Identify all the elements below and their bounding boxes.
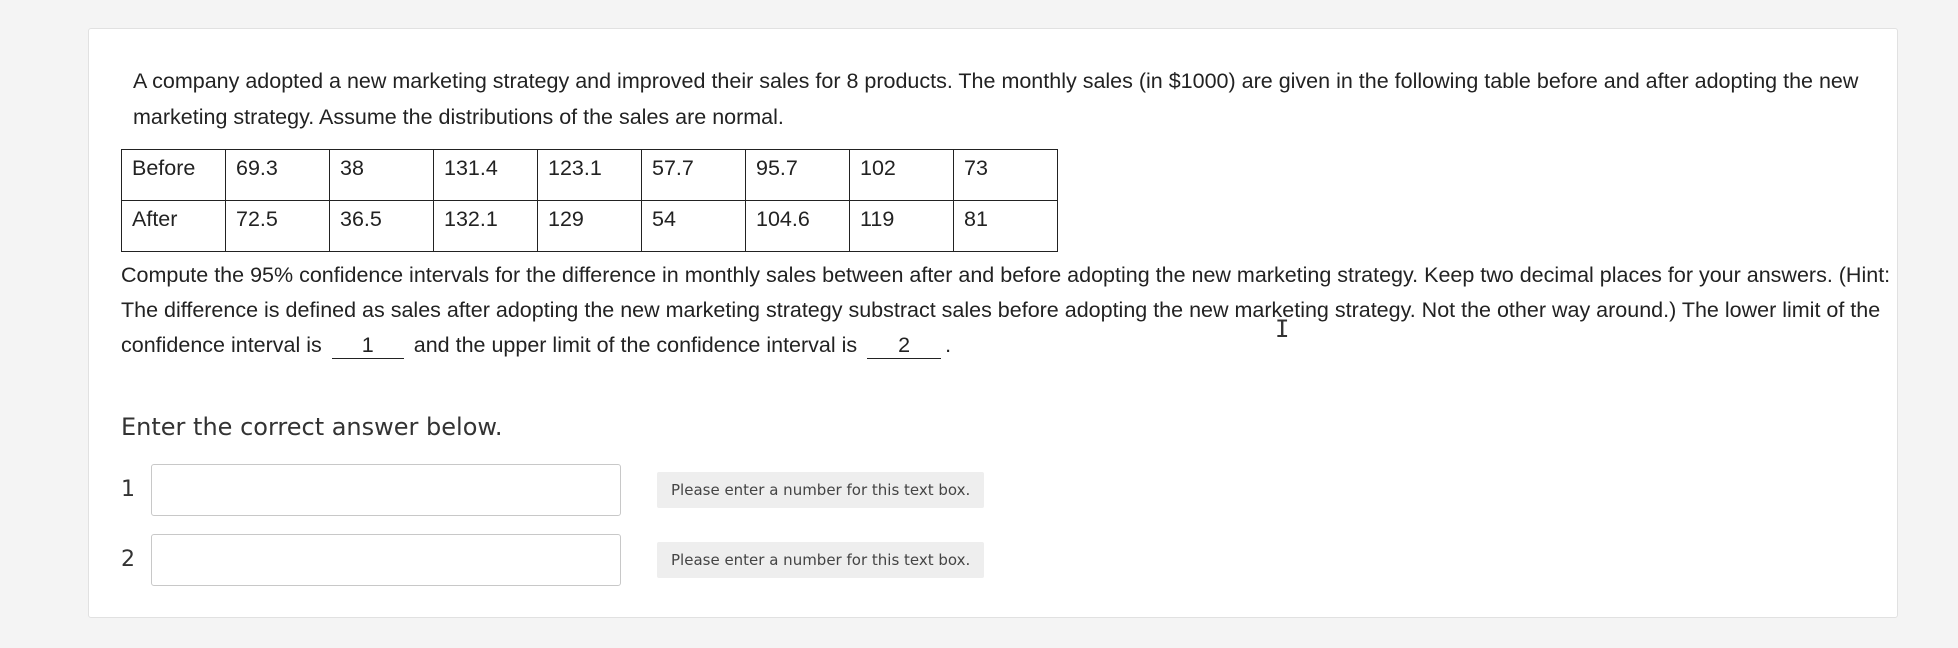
sales-table: Before 69.3 38 131.4 123.1 57.7 95.7 102 73 After… bbox=[121, 149, 1058, 252]
table-cell: 57.7 bbox=[641, 149, 746, 201]
table-row-header: After bbox=[121, 200, 226, 252]
table-cell: 102 bbox=[849, 149, 954, 201]
table-cell: 54 bbox=[641, 200, 746, 252]
table-cell: 73 bbox=[953, 149, 1058, 201]
table-cell: 36.5 bbox=[329, 200, 434, 252]
table-cell: 69.3 bbox=[225, 149, 330, 201]
table-cell: 72.5 bbox=[225, 200, 330, 252]
table-cell: 131.4 bbox=[433, 149, 538, 201]
question-text: Compute the 95% confidence intervals for… bbox=[121, 258, 1901, 363]
answer-row-2: 2 Please enter a number for this text bo… bbox=[121, 534, 1021, 588]
table-cell: 104.6 bbox=[745, 200, 850, 252]
text-cursor-icon: I bbox=[1275, 315, 1290, 343]
question-end: . bbox=[945, 333, 952, 357]
answer-instruction: Enter the correct answer below. bbox=[121, 413, 503, 441]
table-cell: 119 bbox=[849, 200, 954, 252]
table-row-header: Before bbox=[121, 149, 226, 201]
answer-number: 1 bbox=[121, 477, 135, 502]
table-cell: 81 bbox=[953, 200, 1058, 252]
answer-input-1[interactable] bbox=[151, 464, 621, 516]
blank-upper-limit: 2 bbox=[867, 332, 942, 359]
answer-input-2[interactable] bbox=[151, 534, 621, 586]
table-cell: 123.1 bbox=[537, 149, 642, 201]
answer-hint: Please enter a number for this text box. bbox=[657, 472, 985, 508]
question-card: A company adopted a new marketing strate… bbox=[88, 28, 1898, 618]
table-row: After 72.5 36.5 132.1 129 54 104.6 119 81 bbox=[121, 200, 1058, 252]
question-part2: and the upper limit of the confidence in… bbox=[413, 333, 858, 357]
answer-row-1: 1 Please enter a number for this text bo… bbox=[121, 464, 1021, 518]
table-row: Before 69.3 38 131.4 123.1 57.7 95.7 102 73 bbox=[121, 149, 1058, 201]
answer-hint: Please enter a number for this text box. bbox=[657, 542, 985, 578]
table-cell: 129 bbox=[537, 200, 642, 252]
answer-number: 2 bbox=[121, 547, 135, 572]
table-cell: 95.7 bbox=[745, 149, 850, 201]
table-cell: 38 bbox=[329, 149, 434, 201]
table-cell: 132.1 bbox=[433, 200, 538, 252]
blank-lower-limit: 1 bbox=[331, 332, 404, 359]
problem-intro: A company adopted a new marketing strate… bbox=[133, 69, 1859, 129]
